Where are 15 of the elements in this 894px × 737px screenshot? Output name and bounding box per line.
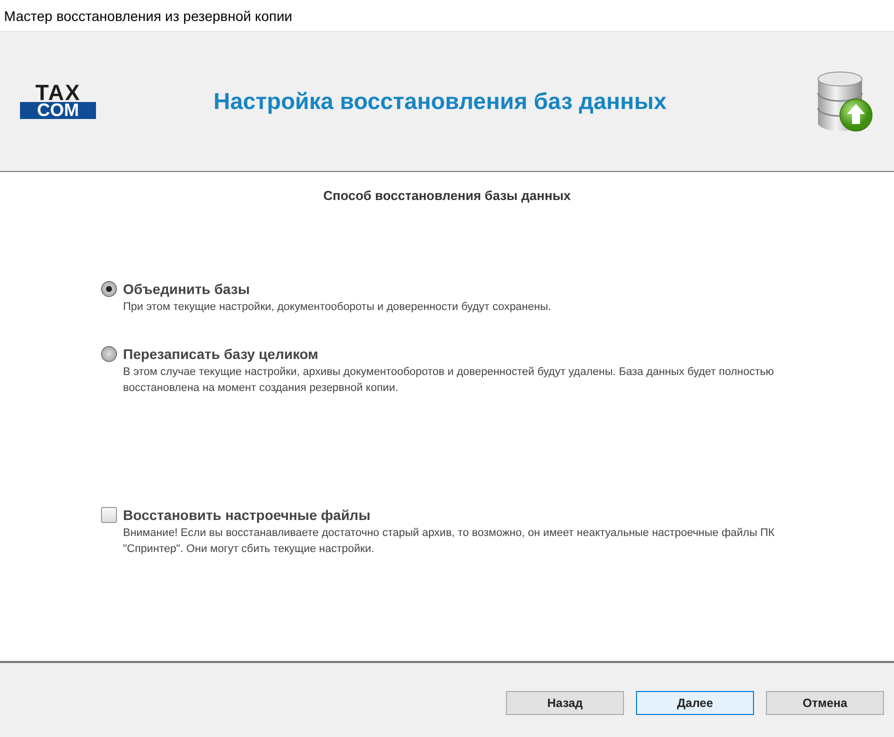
wizard-button[interactable]: Назад [506, 691, 624, 715]
radio-button[interactable] [101, 280, 117, 296]
header-title: Настройка восстановления баз данных [213, 88, 667, 114]
wizard-button[interactable]: Отмена [766, 691, 884, 715]
option-description: В этом случае текущие настройки, архивы документооборотов и доверенностей будут удалены. База данных будет полностью восстановлена на момент создания резервной копии. [123, 364, 775, 396]
checkbox[interactable] [101, 506, 117, 522]
option-label[interactable]: Перезаписать базу целиком [123, 344, 803, 362]
option-label[interactable]: Восстановить настроечные файлы [123, 506, 803, 524]
option-label[interactable]: Объединить базы [123, 280, 803, 298]
option-description: При этом текущие настройки, документообороты и доверенности будут сохранены. [123, 300, 552, 314]
option-description: Внимание! Если вы восстанавливаете достаточно старый архив, то возможно, он имеет неактуальные настроечные файлы ПК "Спринтер". Они могут сбить текущие настройки. [123, 526, 776, 556]
wizard-button[interactable]: Далее [636, 691, 754, 715]
section-title: Способ восстановления базы данных [322, 187, 572, 205]
logo: TAX COM [20, 84, 96, 119]
radio-button[interactable] [101, 346, 117, 362]
